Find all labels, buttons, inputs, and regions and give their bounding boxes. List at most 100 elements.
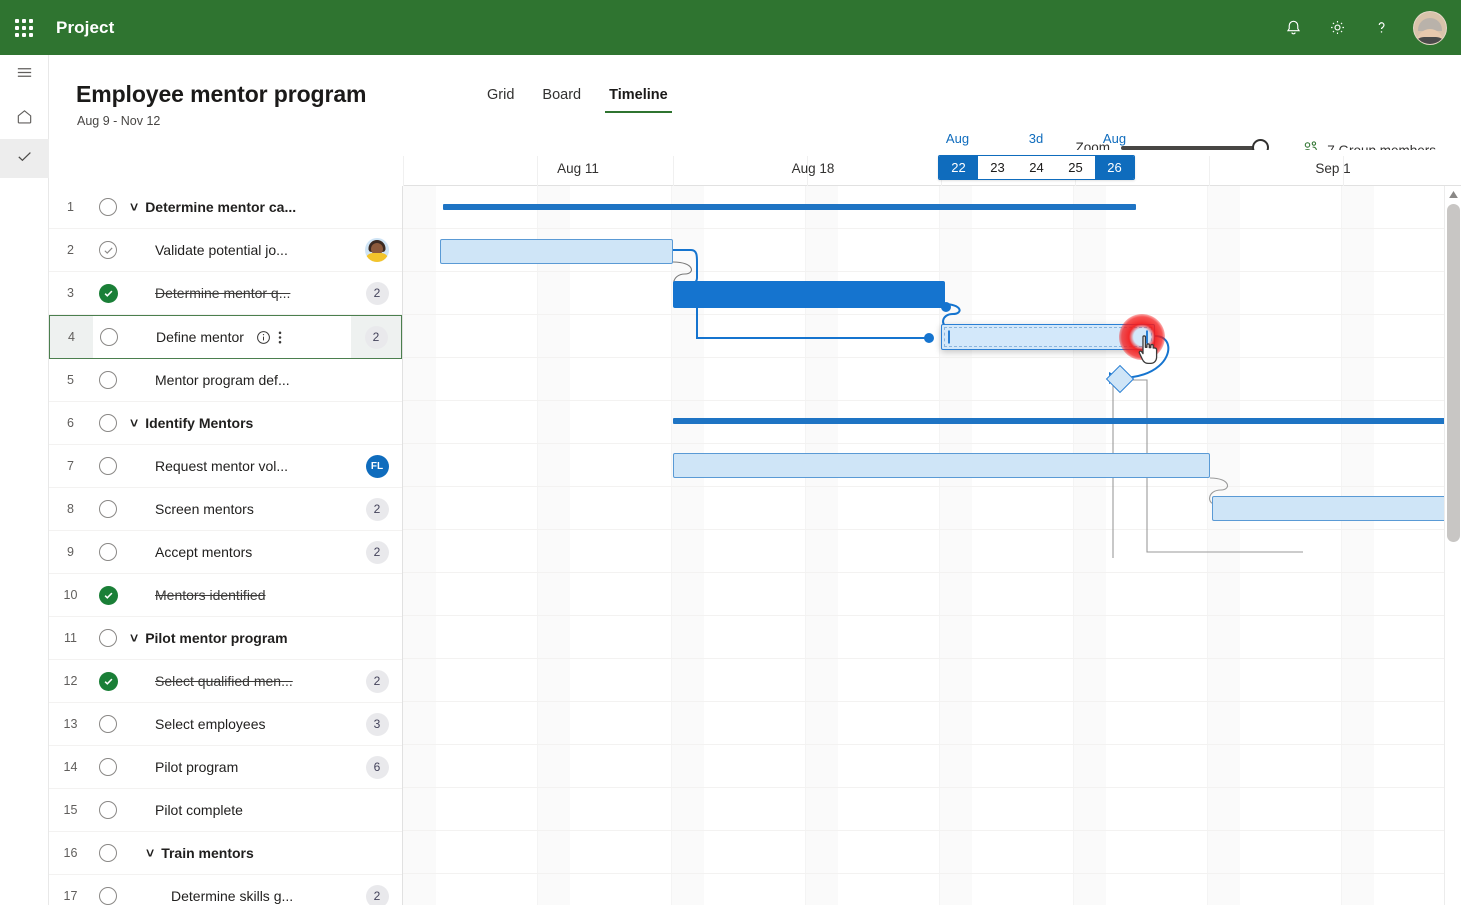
assignee-count-badge[interactable]: 2 [365, 669, 389, 693]
check-filled-icon [98, 585, 118, 605]
task-complete-toggle[interactable] [92, 844, 124, 862]
gantt-bar-complete[interactable] [673, 281, 945, 308]
table-row[interactable]: 7 Request mentor vol... FL [49, 445, 402, 488]
task-complete-toggle[interactable] [92, 371, 124, 389]
gantt-bar-selected[interactable] [941, 324, 1155, 350]
sidebar-item-tasks[interactable] [0, 139, 49, 178]
sidebar-item-home[interactable] [0, 99, 49, 138]
task-name: Accept mentors [124, 544, 352, 560]
chevron-down-icon[interactable]: ˅ [130, 415, 138, 431]
task-name-label: Determine mentor q... [155, 285, 291, 301]
assignee-count-badge[interactable]: 2 [365, 884, 389, 905]
table-row[interactable]: 5 Mentor program def... [49, 359, 402, 402]
table-row[interactable]: 9 Accept mentors 2 [49, 531, 402, 574]
date-range-selector[interactable]: 22 23 24 25 26 [938, 155, 1135, 180]
suite-header: Project [0, 0, 1461, 55]
avatar-shirt [1414, 36, 1446, 44]
row-number: 12 [63, 674, 78, 688]
task-name: ˅ Train mentors [124, 845, 352, 861]
timeline-col-label: Sep 1 [1315, 160, 1351, 176]
gantt-bar[interactable] [1212, 496, 1461, 521]
hamburger-menu-button[interactable] [0, 55, 49, 94]
assignee-initials-badge[interactable]: FL [365, 454, 389, 478]
settings-icon[interactable] [1315, 6, 1359, 50]
task-complete-toggle[interactable] [92, 543, 124, 561]
table-row[interactable]: 14 Pilot program 6 [49, 746, 402, 789]
info-icon[interactable] [256, 330, 271, 345]
zoom-slider[interactable] [1121, 138, 1269, 156]
assignee-count-badge[interactable]: 6 [365, 755, 389, 779]
resize-handle-left[interactable] [948, 330, 950, 344]
table-row[interactable]: 6 ˅ Identify Mentors [49, 402, 402, 445]
gantt-bar-summary[interactable] [443, 204, 1136, 210]
task-complete-toggle[interactable] [92, 585, 124, 605]
row-number: 2 [67, 243, 74, 257]
assignee-count-badge[interactable]: 3 [365, 712, 389, 736]
gantt-weekend-band [1207, 186, 1240, 905]
selector-day[interactable]: 23 [978, 156, 1017, 179]
table-row[interactable]: 17 Determine skills g... 2 [49, 875, 402, 905]
chevron-down-icon[interactable]: ˅ [130, 630, 138, 646]
assignee-count-badge[interactable]: 2 [365, 540, 389, 564]
assignee-count-badge[interactable]: 2 [365, 497, 389, 521]
scrollbar-thumb[interactable] [1447, 204, 1460, 542]
task-complete-toggle[interactable] [92, 671, 124, 691]
task-complete-toggle[interactable] [92, 801, 124, 819]
vertical-scrollbar[interactable] [1444, 186, 1461, 905]
table-row[interactable]: 2 Validate potential jo... [49, 229, 402, 272]
task-complete-toggle[interactable] [92, 887, 124, 905]
chevron-down-icon[interactable]: ˅ [130, 199, 138, 215]
task-complete-toggle[interactable] [92, 241, 124, 259]
table-row[interactable]: 12 Select qualified men... 2 [49, 660, 402, 703]
tab-board[interactable]: Board [528, 87, 595, 113]
chevron-down-icon[interactable]: ˅ [146, 845, 154, 861]
row-number: 6 [67, 416, 74, 430]
assignee-avatar[interactable] [365, 238, 389, 262]
row-trailing: 2 [351, 316, 401, 358]
task-complete-toggle[interactable] [92, 457, 124, 475]
task-complete-toggle[interactable] [92, 414, 124, 432]
table-row[interactable]: 11 ˅ Pilot mentor program [49, 617, 402, 660]
table-row[interactable]: 3 Determine mentor q... 2 [49, 272, 402, 315]
help-icon[interactable] [1359, 6, 1403, 50]
gantt-milestone[interactable] [1105, 364, 1135, 394]
more-options-icon[interactable] [278, 330, 282, 345]
resize-handle-right[interactable] [1146, 330, 1148, 344]
tab-timeline[interactable]: Timeline [595, 87, 682, 113]
assignee-count-badge[interactable]: 2 [364, 325, 388, 349]
task-name: ˅ Pilot mentor program [124, 630, 352, 646]
tab-grid[interactable]: Grid [473, 87, 528, 113]
gantt-rowline [403, 529, 1461, 530]
table-row[interactable]: 1 ˅ Determine mentor ca... [49, 186, 402, 229]
table-row[interactable]: 16 ˅ Train mentors [49, 832, 402, 875]
gantt-rowline [403, 228, 1461, 229]
user-avatar[interactable] [1413, 10, 1447, 45]
app-launcher-button[interactable] [0, 0, 48, 55]
table-row[interactable]: 8 Screen mentors 2 [49, 488, 402, 531]
selector-day-end[interactable]: 26 [1095, 156, 1134, 179]
task-complete-toggle[interactable] [92, 629, 124, 647]
gantt-rowline [403, 357, 1461, 358]
task-complete-toggle[interactable] [92, 198, 124, 216]
gantt-bar[interactable] [673, 453, 1210, 478]
selector-day[interactable]: 24 [1017, 156, 1056, 179]
table-row[interactable]: 13 Select employees 3 [49, 703, 402, 746]
table-row[interactable]: 10 Mentors identified [49, 574, 402, 617]
task-complete-toggle[interactable] [92, 500, 124, 518]
scroll-up-arrow-icon[interactable] [1445, 186, 1461, 203]
assignee-count-badge[interactable]: 2 [365, 281, 389, 305]
task-name-label: Train mentors [161, 845, 254, 861]
gantt-chart-pane[interactable] [403, 186, 1461, 905]
gantt-bar-summary[interactable] [673, 418, 1461, 424]
table-row[interactable]: 15 Pilot complete [49, 789, 402, 832]
gantt-bar[interactable] [440, 239, 673, 264]
notifications-icon[interactable] [1271, 6, 1315, 50]
selector-day[interactable]: 25 [1056, 156, 1095, 179]
row-trailing [352, 238, 402, 262]
selector-day-start[interactable]: 22 [939, 156, 978, 179]
table-row-selected[interactable]: 4 Define mentor 2 [49, 315, 402, 359]
task-complete-toggle[interactable] [92, 283, 124, 303]
task-complete-toggle[interactable] [92, 758, 124, 776]
task-complete-toggle[interactable] [93, 328, 125, 346]
task-complete-toggle[interactable] [92, 715, 124, 733]
